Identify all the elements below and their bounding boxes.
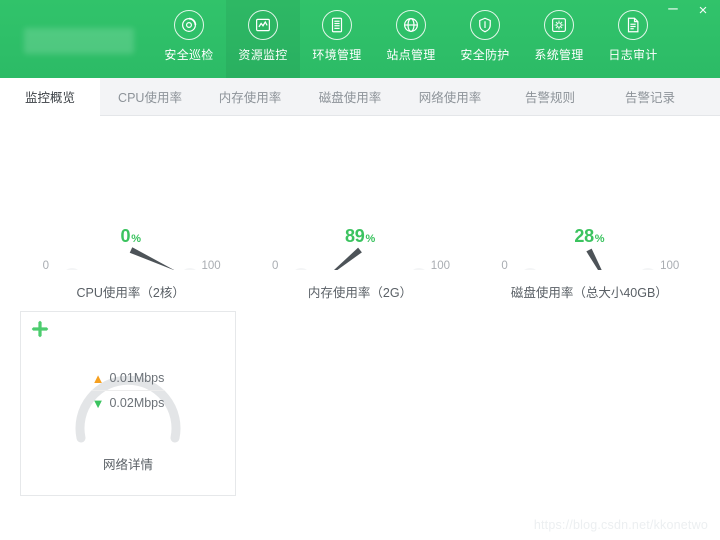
nav-label: 环境管理 (312, 48, 362, 62)
arrow-down-icon: ▼ (91, 395, 105, 411)
nav-label: 安全巡检 (164, 48, 214, 62)
radar-scan-icon (174, 10, 204, 40)
gauge-caption: 磁盘使用率（总大小40GB） (510, 286, 668, 300)
gauge-disk: 28% 0 100 磁盘使用率（总大小40GB） (475, 158, 704, 301)
document-icon (618, 10, 648, 40)
gauge-widget: 0% 0 100 (41, 158, 221, 272)
gauge-widget: 89% 0 100 (270, 158, 450, 272)
close-button[interactable]: × (694, 2, 712, 20)
tab-memory-usage[interactable]: 内存使用率 (200, 78, 300, 115)
network-ring: ▲ 0.01Mbps ▼ 0.02Mbps (63, 338, 193, 448)
arrow-up-icon: ▲ (91, 370, 105, 386)
gauge-arc (295, 247, 425, 270)
shield-icon (470, 10, 500, 40)
globe-icon (396, 10, 426, 40)
gauge-max-label: 100 (660, 260, 680, 272)
gauge-memory: 89% 0 100 内存使用率（2G） (245, 158, 474, 301)
network-card-caption: 网络详情 (102, 458, 153, 472)
tab-disk-usage[interactable]: 磁盘使用率 (300, 78, 400, 115)
nav-label: 资源监控 (238, 48, 288, 62)
gauge-row: 0% 0 100 CPU使用率（2核） 89% 0 100 内存使用率（2G） (0, 116, 720, 301)
nav-label: 站点管理 (386, 48, 436, 62)
network-stats: ▲ 0.01Mbps ▼ 0.02Mbps (63, 368, 193, 413)
gauge-unit: % (594, 233, 605, 245)
gauge-arc (66, 247, 196, 270)
tab-alert-rules[interactable]: 告警规则 (500, 78, 600, 115)
gauge-min-label: 0 (271, 260, 279, 272)
app-header: 安全巡检 资源监控 环境管理 站点管理 安全防护 系统管理 日志审计 – × (0, 0, 720, 78)
chart-monitor-icon (248, 10, 278, 40)
gauge-unit: % (365, 233, 375, 245)
gauge-value-number: 89 (345, 226, 365, 246)
nav-label: 安全防护 (460, 48, 510, 62)
gauge-widget: 28% 0 100 (499, 158, 680, 272)
network-upload-row: ▲ 0.01Mbps (91, 368, 165, 391)
gauge-value: 89% (270, 226, 450, 247)
gauge-caption: CPU使用率（2核） (76, 286, 185, 300)
gauge-min-label: 0 (501, 260, 508, 272)
nav-item-site-management[interactable]: 站点管理 (374, 0, 448, 78)
gauge-value-number: 0 (120, 226, 131, 246)
tab-alert-records[interactable]: 告警记录 (600, 78, 700, 115)
tab-cpu-usage[interactable]: CPU使用率 (100, 78, 200, 115)
nav-label: 系统管理 (534, 48, 584, 62)
brand-logo (24, 28, 134, 54)
gauge-cpu: 0% 0 100 CPU使用率（2核） (16, 158, 245, 301)
network-download-value: 0.02Mbps (109, 396, 165, 410)
gauge-max-label: 100 (430, 260, 450, 272)
network-download-row: ▼ 0.02Mbps (92, 391, 165, 413)
nav-item-log-audit[interactable]: 日志审计 (596, 0, 670, 78)
server-stack-icon (322, 10, 352, 40)
gauge-min-label: 0 (42, 260, 50, 272)
gear-box-icon (544, 10, 574, 40)
gauge-value: 28% (499, 226, 679, 247)
plus-icon[interactable] (31, 320, 49, 338)
nav-item-environment-management[interactable]: 环境管理 (300, 0, 374, 78)
main-nav: 安全巡检 资源监控 环境管理 站点管理 安全防护 系统管理 日志审计 (152, 0, 670, 78)
window-controls: – × (664, 0, 712, 20)
nav-item-security-inspection[interactable]: 安全巡检 (152, 0, 226, 78)
network-detail-card[interactable]: ▲ 0.01Mbps ▼ 0.02Mbps 网络详情 (20, 311, 236, 496)
minimize-button[interactable]: – (664, 0, 682, 20)
nav-item-resource-monitor[interactable]: 资源监控 (226, 0, 300, 78)
gauge-max-label: 100 (201, 260, 221, 272)
gauge-value: 0% (41, 226, 221, 247)
gauge-arc (524, 248, 654, 270)
tab-monitor-overview[interactable]: 监控概览 (0, 78, 100, 116)
gauge-caption: 内存使用率（2G） (307, 286, 413, 300)
content-area: 0% 0 100 CPU使用率（2核） 89% 0 100 内存使用率（2G） (0, 116, 720, 540)
tab-network-usage[interactable]: 网络使用率 (400, 78, 500, 115)
nav-label: 日志审计 (608, 48, 658, 62)
tab-bar: 监控概览 CPU使用率 内存使用率 磁盘使用率 网络使用率 告警规则 告警记录 (0, 78, 720, 116)
gauge-unit: % (131, 233, 141, 245)
nav-item-system-management[interactable]: 系统管理 (522, 0, 596, 78)
gauge-value-number: 28 (574, 226, 594, 246)
network-upload-value: 0.01Mbps (109, 371, 165, 385)
nav-item-security-protection[interactable]: 安全防护 (448, 0, 522, 78)
watermark: https://blog.csdn.net/kkonetwo (533, 518, 708, 532)
